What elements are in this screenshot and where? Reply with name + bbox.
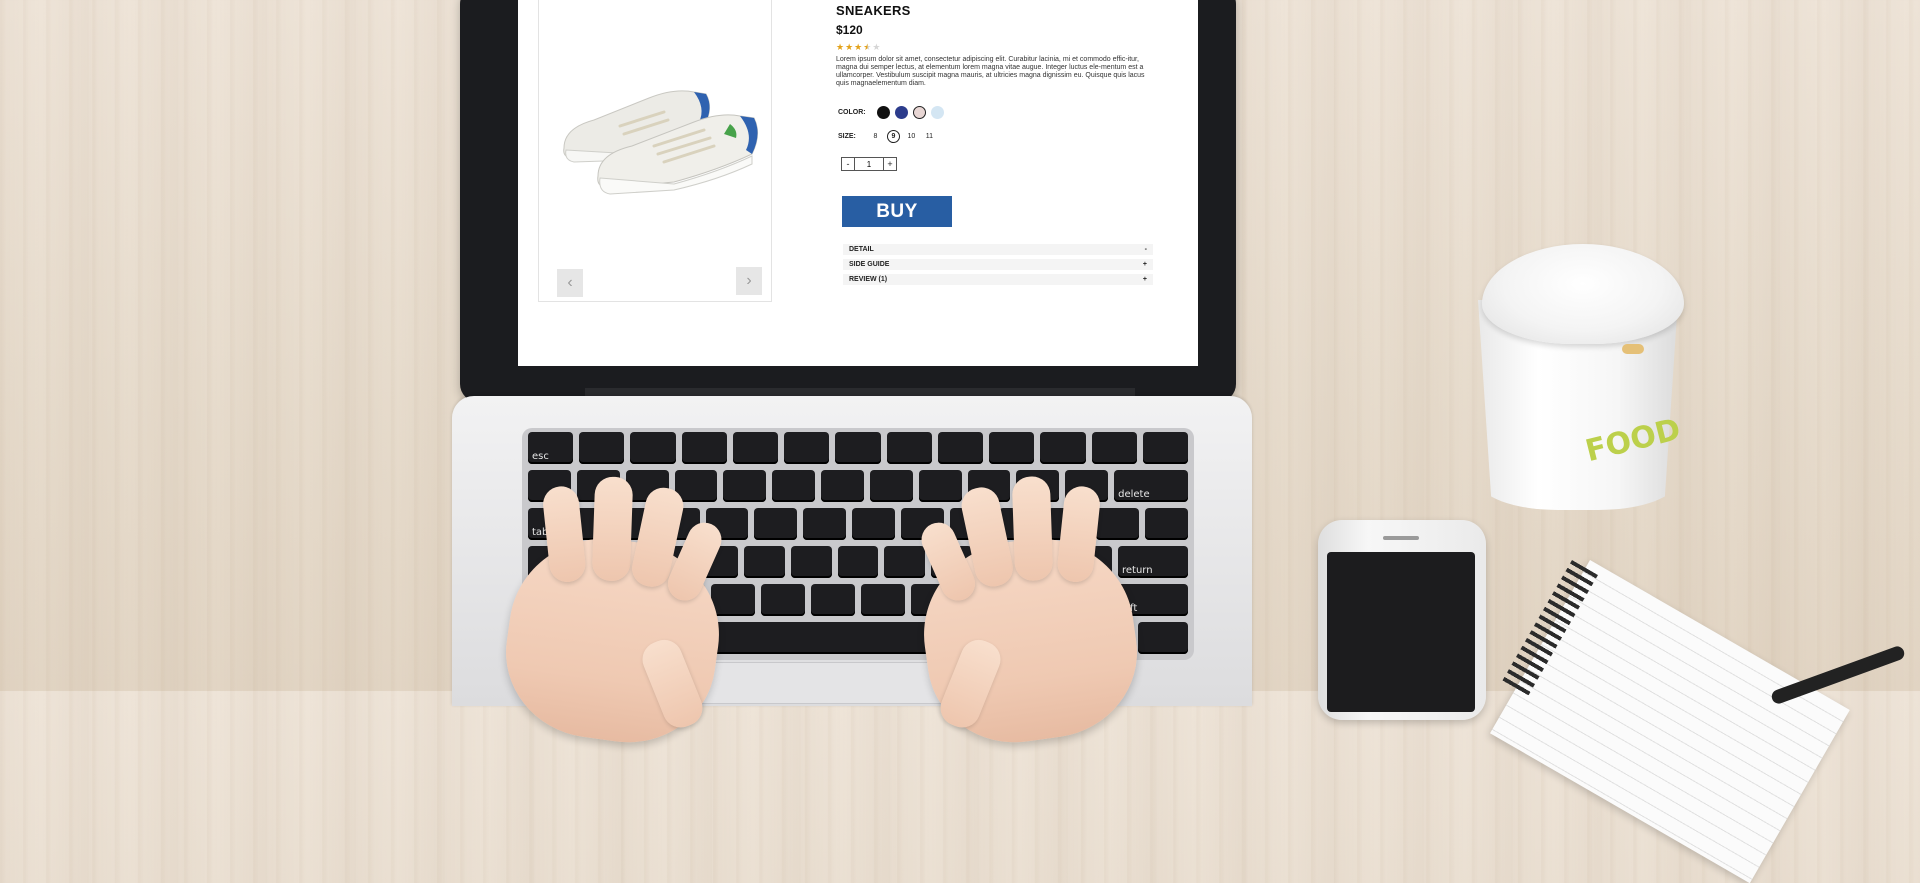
key[interactable]: [579, 432, 625, 464]
cup-sip-hole: [1622, 344, 1644, 354]
key[interactable]: [835, 432, 881, 464]
key[interactable]: [1096, 508, 1140, 540]
key[interactable]: [723, 470, 767, 502]
key[interactable]: [918, 470, 962, 502]
color-swatch[interactable]: [930, 106, 944, 119]
key-label: return: [1121, 565, 1153, 576]
size-option-9[interactable]: 9: [886, 130, 900, 143]
phone-screen: [1327, 552, 1475, 712]
minus-icon: -: [1144, 246, 1147, 253]
color-swatch[interactable]: [912, 106, 926, 119]
chevron-right-icon: ›: [746, 272, 752, 289]
key[interactable]: [803, 508, 847, 540]
accordion-label: SIDE GUIDE: [849, 261, 890, 268]
key[interactable]: [630, 432, 676, 464]
half-star-icon: ★: [863, 42, 873, 52]
thumb: [637, 634, 708, 733]
key-esc[interactable]: esc: [528, 432, 574, 464]
star-icon: ★: [854, 42, 864, 52]
key[interactable]: [821, 470, 864, 502]
key[interactable]: [886, 432, 932, 464]
laptop-screen: ‹ › SNEAKERS $120 ★★★★★ Lorem ipsum dolo…: [518, 0, 1198, 366]
key-delete[interactable]: delete: [1114, 470, 1189, 502]
key[interactable]: [937, 432, 984, 464]
color-swatch[interactable]: [876, 106, 890, 119]
product-accordion: DETAIL - SIDE GUIDE + REVIEW (1) +: [843, 244, 1153, 286]
key[interactable]: [772, 470, 816, 502]
key[interactable]: [860, 584, 906, 616]
finger: [591, 476, 634, 582]
key-return[interactable]: return: [1117, 546, 1189, 578]
phone-speaker: [1383, 536, 1419, 540]
accordion-label: DETAIL: [849, 246, 874, 253]
accordion-label: REVIEW (1): [849, 276, 888, 283]
quantity-plus-button[interactable]: +: [883, 157, 897, 171]
chevron-left-icon: ‹: [567, 274, 573, 291]
sneakers-image: [563, 90, 758, 195]
thumb: [935, 634, 1006, 733]
key[interactable]: [837, 546, 879, 578]
key[interactable]: [784, 432, 830, 464]
keyboard-function-row: esc: [528, 432, 1189, 464]
size-option-8[interactable]: 8: [869, 130, 882, 143]
rating-stars: ★★★★★: [836, 42, 881, 53]
key[interactable]: [852, 508, 895, 540]
color-selector: COLOR:: [838, 106, 944, 119]
size-label: SIZE:: [838, 133, 856, 140]
key[interactable]: [1145, 508, 1189, 540]
quantity-stepper: - 1 +: [841, 157, 897, 171]
size-option-10[interactable]: 10: [905, 130, 918, 143]
product-title: SNEAKERS: [836, 3, 911, 18]
size-option-11[interactable]: 11: [923, 130, 936, 143]
key[interactable]: [989, 432, 1035, 464]
power-key[interactable]: [1142, 432, 1189, 464]
key[interactable]: [884, 546, 926, 578]
key[interactable]: [732, 432, 779, 464]
product-price: $120: [836, 23, 863, 37]
size-selector: SIZE: 8 9 10 11: [838, 130, 936, 143]
quantity-input[interactable]: 1: [855, 157, 883, 171]
gallery-prev-button[interactable]: ‹: [557, 269, 583, 297]
key-arrow-right[interactable]: [1138, 622, 1188, 654]
key[interactable]: [681, 432, 727, 464]
key[interactable]: [754, 508, 798, 540]
key[interactable]: [810, 584, 855, 616]
color-swatch[interactable]: [894, 106, 908, 119]
star-icon: ★: [836, 42, 846, 52]
plus-icon: +: [1142, 276, 1147, 283]
key[interactable]: [1091, 432, 1137, 464]
color-label: COLOR:: [838, 109, 866, 116]
accordion-review[interactable]: REVIEW (1) +: [843, 274, 1153, 286]
coffee-cup-lid: [1482, 244, 1684, 344]
finger: [1011, 475, 1054, 582]
key[interactable]: [1040, 432, 1086, 464]
quantity-minus-button[interactable]: -: [841, 157, 855, 171]
key[interactable]: [869, 470, 913, 502]
key[interactable]: [790, 546, 832, 578]
plus-icon: +: [1142, 261, 1147, 268]
key[interactable]: [710, 584, 755, 616]
accordion-side-guide[interactable]: SIDE GUIDE +: [843, 259, 1153, 271]
star-icon: ★: [845, 42, 855, 52]
key[interactable]: [744, 546, 785, 578]
key[interactable]: [760, 584, 805, 616]
gallery-next-button[interactable]: ›: [736, 267, 762, 295]
buy-button[interactable]: BUY: [842, 196, 952, 227]
accordion-detail[interactable]: DETAIL -: [843, 244, 1153, 256]
product-description: Lorem ipsum dolor sit amet, consectetur …: [836, 56, 1145, 87]
star-empty-icon: ★: [872, 42, 882, 52]
